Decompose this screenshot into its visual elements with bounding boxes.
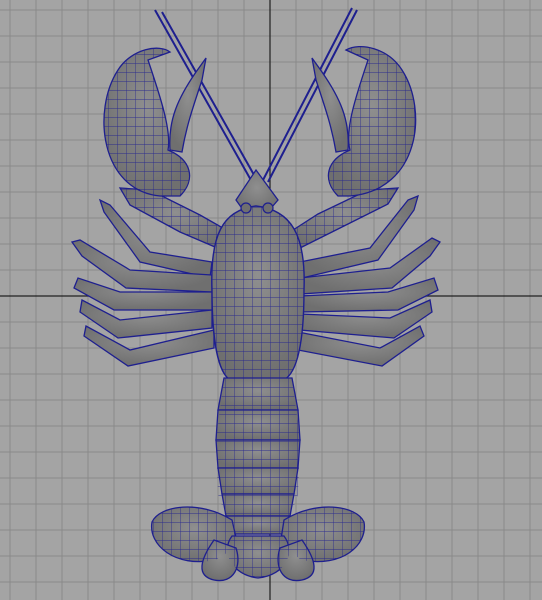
right-eye bbox=[262, 202, 274, 214]
modeling-viewport[interactable] bbox=[0, 0, 542, 600]
left-eye bbox=[240, 202, 252, 214]
tail-wireframe bbox=[216, 378, 300, 534]
viewport-canvas[interactable] bbox=[0, 0, 542, 600]
